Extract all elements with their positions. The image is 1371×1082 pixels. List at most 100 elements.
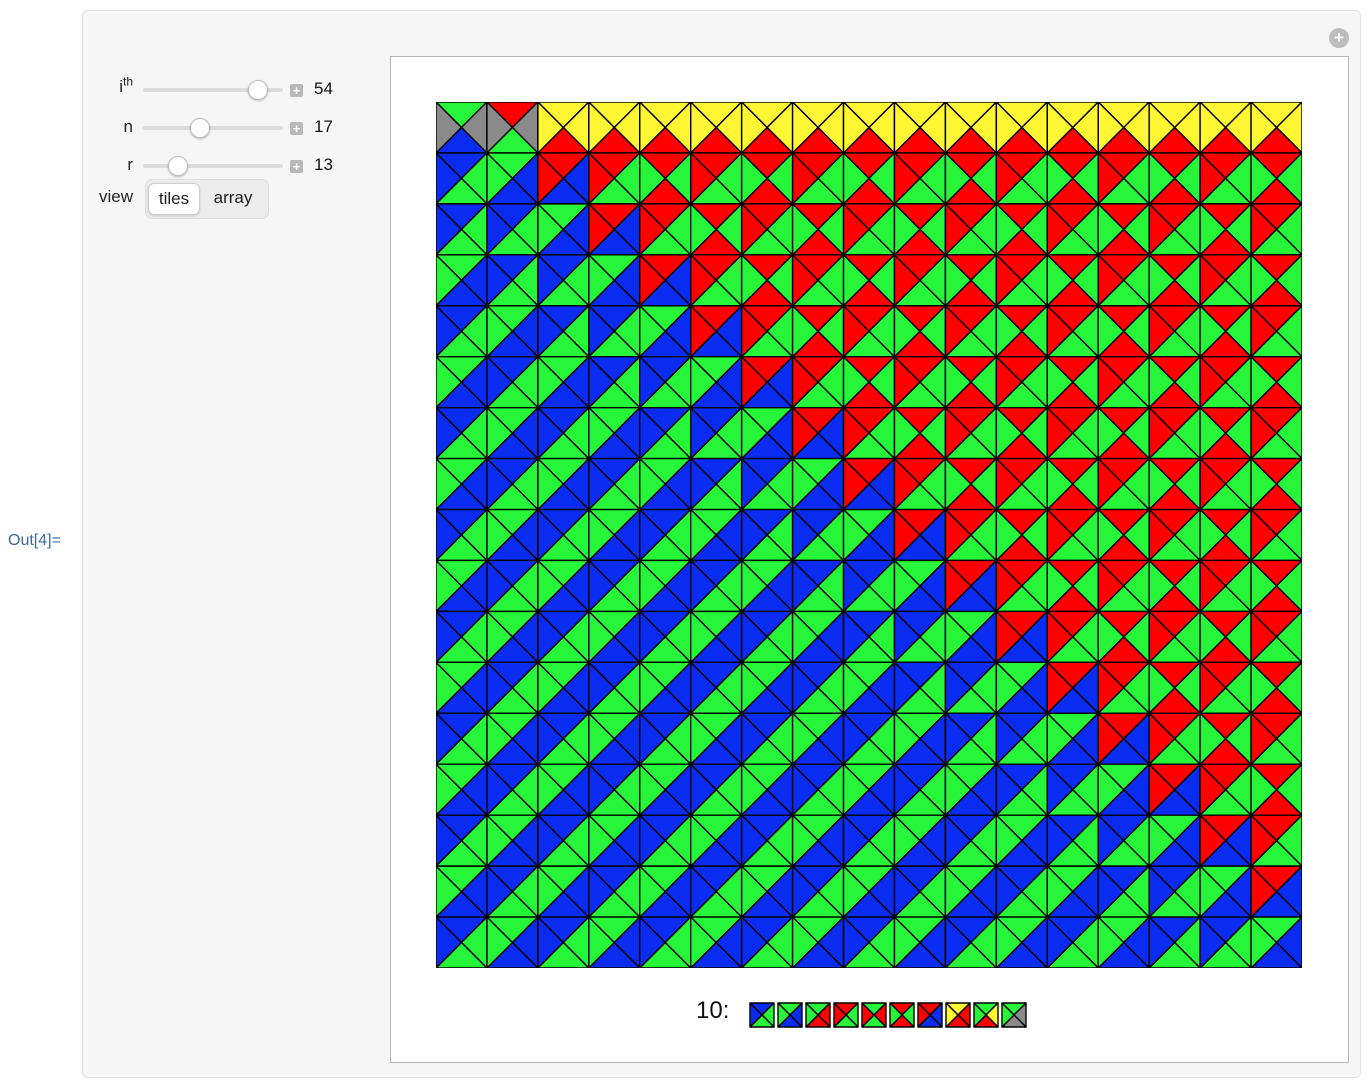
tile-cell <box>1148 916 1201 968</box>
tile-cell <box>893 203 947 256</box>
tile-cell <box>588 406 641 460</box>
tile-cell <box>944 865 998 918</box>
n-plus-square-icon[interactable]: + <box>290 122 303 135</box>
output-label: Out[4]= <box>8 532 61 549</box>
tile-cell <box>995 406 1048 460</box>
tile-cell <box>893 102 947 154</box>
tile-cell <box>1250 763 1302 816</box>
tile-cell <box>1199 406 1252 460</box>
tile-cell <box>740 712 794 765</box>
tile-cell <box>791 763 845 816</box>
tile-cell <box>1199 814 1252 867</box>
tile-cell <box>842 559 896 613</box>
tile-cell <box>1250 559 1302 613</box>
tile-cell <box>690 406 743 460</box>
tile-cell <box>944 457 998 511</box>
tile-cell <box>1046 152 1099 205</box>
tile-cell <box>1250 661 1302 714</box>
tile-cell <box>1199 457 1252 511</box>
tile-cell <box>1199 254 1252 307</box>
r-slider-thumb[interactable] <box>168 156 188 176</box>
tile-cell <box>842 610 896 664</box>
tile-cell <box>995 254 1048 307</box>
tile-cell <box>740 559 794 613</box>
tile-cell <box>690 305 743 358</box>
tile-cell <box>639 763 692 816</box>
tile-cell <box>639 254 692 307</box>
tile-cell <box>791 916 845 968</box>
view-option-array[interactable]: array <box>202 183 264 213</box>
tile-cell <box>1148 457 1201 511</box>
tile-cell <box>1097 661 1150 714</box>
tile-cell <box>1199 559 1252 613</box>
tile-cell <box>690 356 743 409</box>
tile-cell <box>436 203 488 256</box>
tile-cell <box>639 406 692 460</box>
tile-cell <box>690 661 743 714</box>
legend-tile <box>1001 1002 1027 1028</box>
tile-cell <box>791 661 845 714</box>
plus-circle-icon[interactable]: + <box>1329 28 1349 48</box>
tile-cell <box>1046 305 1099 358</box>
r-slider-track[interactable] <box>143 164 283 168</box>
tile-cell <box>995 763 1048 816</box>
tile-cell <box>893 254 947 307</box>
tile-cell <box>639 865 692 918</box>
tile-cell <box>893 457 947 511</box>
tile-cell <box>690 102 743 154</box>
tile-cell <box>740 356 794 409</box>
tile-cell <box>486 203 539 256</box>
tile-cell <box>639 712 692 765</box>
tile-cell <box>740 406 794 460</box>
tile-cell <box>588 203 641 256</box>
r-plus-square-icon[interactable]: + <box>290 160 303 173</box>
tile-cell <box>740 152 794 205</box>
tile-cell <box>588 916 641 968</box>
tile-cell <box>537 102 590 154</box>
tile-cell <box>791 457 845 511</box>
tile-cell <box>740 254 794 307</box>
tile-cell <box>588 763 641 816</box>
tile-cell <box>690 508 743 562</box>
tile-cell <box>1199 203 1252 256</box>
tile-cell <box>1097 916 1150 968</box>
tile-cell <box>944 254 998 307</box>
tile-cell <box>436 559 488 613</box>
tile-cell <box>486 610 539 664</box>
tile-cell <box>842 457 896 511</box>
tile-cell <box>1097 508 1150 562</box>
tile-cell <box>1046 610 1099 664</box>
tile-cell <box>639 203 692 256</box>
tile-cell <box>537 610 590 664</box>
n-slider-thumb[interactable] <box>190 118 210 138</box>
tile-cell <box>1250 203 1302 256</box>
tile-cell <box>1046 508 1099 562</box>
tile-cell <box>690 203 743 256</box>
tile-cell <box>537 457 590 511</box>
tile-cell <box>1097 712 1150 765</box>
tile-cell <box>893 712 947 765</box>
tile-cell <box>690 865 743 918</box>
tile-cell <box>893 356 947 409</box>
tile-cell <box>1148 203 1201 256</box>
tile-cell <box>1046 865 1099 918</box>
tile-cell <box>486 356 539 409</box>
tile-cell <box>1097 763 1150 816</box>
tile-cell <box>1250 152 1302 205</box>
tile-cell <box>436 457 488 511</box>
tile-cell <box>486 254 539 307</box>
tile-cell <box>537 916 590 968</box>
n-slider-track[interactable] <box>143 126 283 130</box>
view-option-tiles[interactable]: tiles <box>148 183 200 215</box>
tile-cell <box>995 610 1048 664</box>
tile-cell <box>791 102 845 154</box>
legend-tile <box>777 1002 803 1028</box>
tile-cell <box>486 508 539 562</box>
ith-plus-square-icon[interactable]: + <box>290 84 303 97</box>
tile-cell <box>537 865 590 918</box>
tile-cell <box>436 814 488 867</box>
ith-slider-thumb[interactable] <box>248 80 268 100</box>
tile-cell <box>1250 508 1302 562</box>
tile-cell <box>588 661 641 714</box>
tile-cell <box>1250 712 1302 765</box>
